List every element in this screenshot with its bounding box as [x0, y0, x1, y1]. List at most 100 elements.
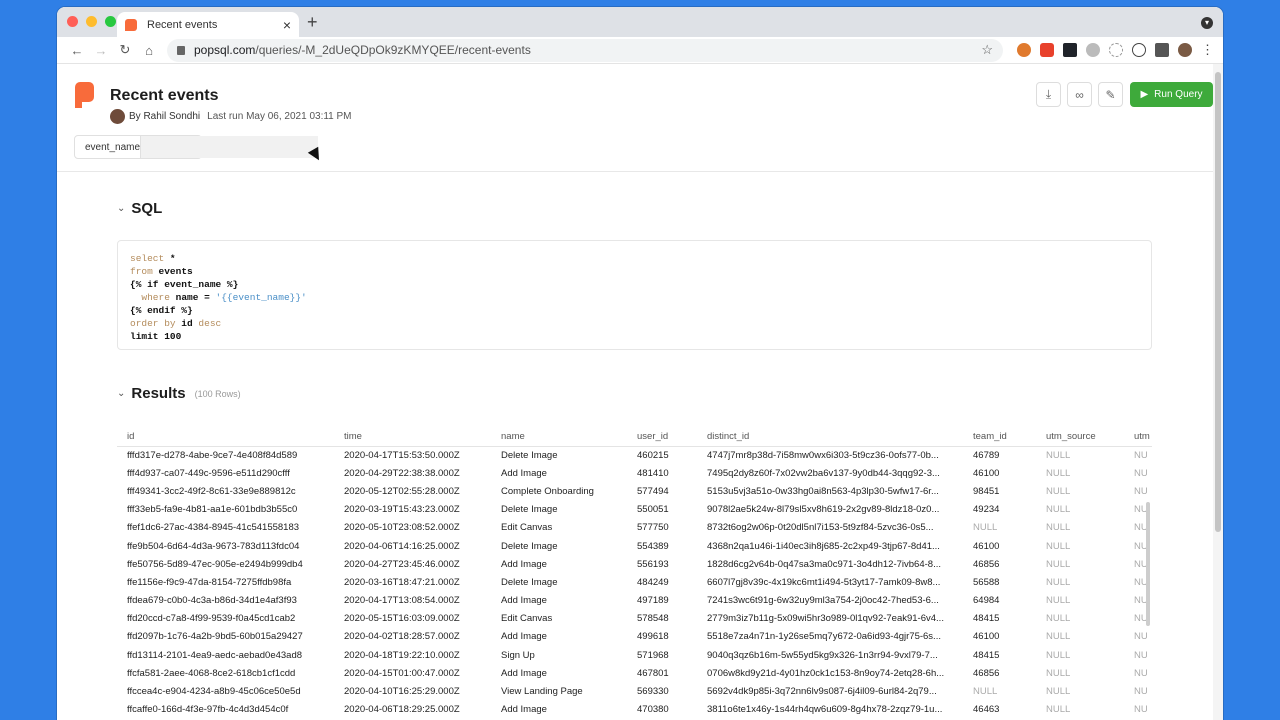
- browser-menu-icon[interactable]: ⋮: [1201, 42, 1214, 58]
- table-cell: 6607l7gj8v39c-4x19kc6mt1i494-5t3yt17-7am…: [707, 576, 941, 588]
- table-cell: NULL: [1046, 686, 1071, 698]
- table-row[interactable]: fff49341-3cc2-49f2-8c61-33e9e889812c 2020…: [117, 482, 1152, 500]
- table-row[interactable]: ffd13114-2101-4ea9-aedc-aebad0e43ad8 2020…: [117, 646, 1152, 664]
- table-cell: 2020-04-06T14:16:25.000Z: [344, 540, 460, 552]
- cookie-extension-icon[interactable]: [1017, 43, 1031, 57]
- column-header-name[interactable]: name: [491, 428, 627, 447]
- results-table: id time name user_id distinct_id team_id utm_s…: [117, 428, 1152, 719]
- profile-avatar[interactable]: [1178, 43, 1192, 57]
- page-scrollbar[interactable]: [1213, 64, 1223, 720]
- close-window-button[interactable]: [67, 16, 78, 27]
- table-row[interactable]: ffd20ccd-c7a8-4f99-9539-f0a45cd1cab2 2020…: [117, 610, 1152, 628]
- table-cell: Delete Image: [501, 504, 558, 516]
- browser-tab[interactable]: Recent events ×: [117, 12, 299, 37]
- table-row[interactable]: ffdea679-c0b0-4c3a-b86d-34d1e4af3f93 2020…: [117, 592, 1152, 610]
- table-cell: Complete Onboarding: [501, 485, 594, 497]
- sql-token: '{{event_name}}': [215, 292, 307, 303]
- back-icon[interactable]: ←: [65, 43, 89, 58]
- table-cell: NULL: [973, 686, 998, 698]
- table-cell: ffd2097b-1c76-4a2b-9bd5-60b015a29427: [127, 631, 303, 643]
- table-row[interactable]: fff33eb5-fa9e-4b81-aa1e-601bdb3b55c0 2020…: [117, 501, 1152, 519]
- target-extension-icon[interactable]: [1086, 43, 1100, 57]
- table-cell: 2020-04-02T18:28:57.000Z: [344, 631, 460, 643]
- tab-close-icon[interactable]: ×: [283, 17, 291, 33]
- column-header-team-id[interactable]: team_id: [963, 428, 1036, 447]
- home-icon[interactable]: ⌂: [137, 43, 161, 58]
- sql-token: select: [130, 253, 165, 264]
- shield-extension-icon[interactable]: [1040, 43, 1054, 57]
- sql-line: from events: [130, 265, 1139, 278]
- table-header-row: id time name user_id distinct_id team_id utm_s…: [117, 428, 1152, 447]
- table-cell: 2020-05-15T16:03:09.000Z: [344, 613, 460, 625]
- column-header-utm-source[interactable]: utm_source: [1036, 428, 1124, 447]
- react-devtools-icon[interactable]: [1063, 43, 1077, 57]
- table-row[interactable]: ffcfa581-2aee-4068-8ce2-618cb1cf1cdd 2020…: [117, 664, 1152, 682]
- run-query-button[interactable]: ▶ Run Query: [1130, 82, 1213, 107]
- table-cell: ffe1156e-f9c9-47da-8154-7275ffdb98fa: [127, 576, 292, 588]
- a-extension-icon[interactable]: [1132, 43, 1146, 57]
- logo-tail: [75, 102, 82, 108]
- address-bar[interactable]: popsql.com/queries/-M_2dUeQDpOk9zKMYQEE/…: [167, 38, 1003, 62]
- bookmark-star-icon[interactable]: ☆: [981, 42, 993, 58]
- puzzle-extensions-icon[interactable]: [1155, 43, 1169, 57]
- column-header-utm[interactable]: utm: [1124, 428, 1152, 447]
- table-row[interactable]: ffef1dc6-27ac-4384-8945-41c541558183 2020…: [117, 519, 1152, 537]
- table-cell: 2020-04-27T23:45:46.000Z: [344, 558, 460, 570]
- table-row[interactable]: ffcaffe0-166d-4f3e-97fb-4c4d3d454c0f 2020…: [117, 701, 1152, 719]
- forward-icon[interactable]: →: [89, 43, 113, 58]
- table-cell: Sign Up: [501, 649, 535, 661]
- column-header-distinct-id[interactable]: distinct_id: [697, 428, 963, 447]
- table-cell: NU: [1134, 467, 1148, 479]
- column-header-id[interactable]: id: [117, 428, 334, 447]
- table-cell: Edit Canvas: [501, 522, 553, 534]
- maximize-window-button[interactable]: [105, 16, 116, 27]
- sql-token: desc: [198, 318, 222, 329]
- table-row[interactable]: ffccea4c-e904-4234-a8b9-45c06ce50e5d 2020…: [117, 682, 1152, 700]
- table-cell: 49234: [973, 504, 1000, 516]
- table-cell: Add Image: [501, 558, 547, 570]
- table-cell: Edit Canvas: [501, 613, 553, 625]
- table-cell: 7495q2dy8z60f-7x02vw2ba6v137-9y0db44-3qq…: [707, 467, 940, 479]
- table-cell: 5518e7za4n71n-1y26se5mq7y672-0a6id93-4gj…: [707, 631, 941, 643]
- sql-section-header[interactable]: ⌄ SQL: [117, 200, 162, 217]
- event-name-input[interactable]: [140, 136, 319, 158]
- download-icon[interactable]: ⤓: [1036, 82, 1061, 107]
- reload-icon[interactable]: ↻: [113, 42, 137, 58]
- popsql-logo-icon[interactable]: [75, 82, 94, 102]
- sql-line: {% endif %}: [130, 304, 1139, 317]
- new-tab-icon[interactable]: +: [307, 12, 318, 33]
- table-row[interactable]: ffe9b504-6d64-4d3a-9673-783d113fdc04 2020…: [117, 537, 1152, 555]
- table-cell: 46856: [973, 558, 1000, 570]
- sql-section-title: SQL: [131, 200, 163, 217]
- table-row[interactable]: ffe50756-5d89-47ec-905e-e2494b999db4 2020…: [117, 555, 1152, 573]
- minimize-window-button[interactable]: [86, 16, 97, 27]
- page-scrollbar-thumb[interactable]: [1215, 72, 1221, 532]
- table-row[interactable]: fff4d937-ca07-449c-9596-e511d290cfff 2020…: [117, 464, 1152, 482]
- browser-window: Recent events × + ▾ ← → ↻ ⌂ popsql.com/q…: [57, 7, 1223, 720]
- table-row[interactable]: ffe1156e-f9c9-47da-8154-7275ffdb98fa 2020…: [117, 573, 1152, 591]
- table-row[interactable]: ffd2097b-1c76-4a2b-9bd5-60b015a29427 2020…: [117, 628, 1152, 646]
- results-table-container: id time name user_id distinct_id team_id utm_s…: [117, 428, 1152, 720]
- table-cell: 484249: [637, 576, 669, 588]
- tab-search-icon[interactable]: ▾: [1201, 17, 1213, 29]
- table-cell: 46789: [973, 449, 1000, 461]
- table-cell: 3811o6te1x46y-1s44rh4qw6u609-8g4hx78-2zq…: [707, 704, 943, 716]
- dashed-circle-extension-icon[interactable]: [1109, 43, 1123, 57]
- table-row[interactable]: fffd317e-d278-4abe-9ce7-4e408f84d589 2020…: [117, 446, 1152, 464]
- results-section-header[interactable]: ⌄ Results (100 Rows): [117, 385, 241, 402]
- sql-code-block[interactable]: select * from events {% if event_name %} w…: [117, 240, 1152, 350]
- table-cell: Add Image: [501, 467, 547, 479]
- column-header-time[interactable]: time: [334, 428, 491, 447]
- link-icon[interactable]: ∞: [1067, 82, 1092, 107]
- results-scrollbar[interactable]: [1146, 502, 1150, 626]
- edit-icon[interactable]: ✎: [1098, 82, 1123, 107]
- column-header-user-id[interactable]: user_id: [627, 428, 697, 447]
- table-cell: Add Image: [501, 631, 547, 643]
- table-cell: NULL: [1046, 631, 1071, 643]
- table-cell: View Landing Page: [501, 686, 583, 698]
- table-cell: 2020-05-12T02:55:28.000Z: [344, 485, 460, 497]
- page-title: Recent events: [110, 87, 219, 104]
- table-cell: 56588: [973, 576, 1000, 588]
- popsql-favicon-icon: [125, 18, 137, 31]
- sql-line: select *: [130, 252, 1139, 265]
